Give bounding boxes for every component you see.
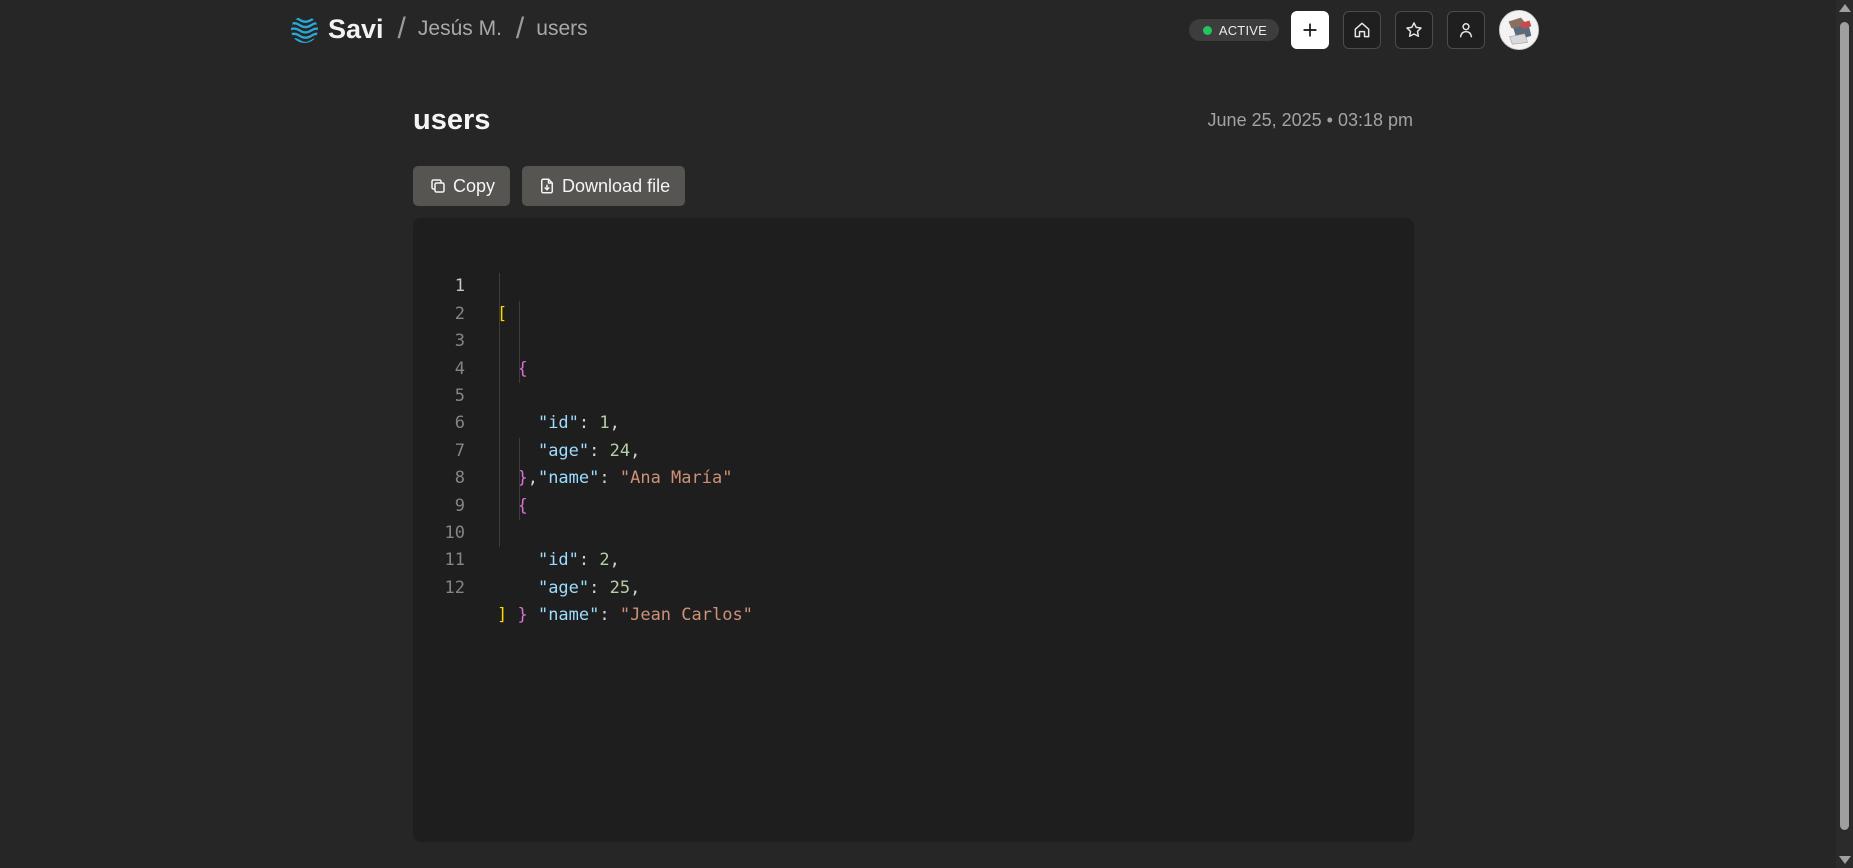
indent-guide	[499, 300, 500, 329]
brand-name[interactable]: Savi	[328, 14, 384, 45]
code-line: 1 [	[413, 246, 1414, 323]
code-line: 2 {	[413, 273, 1414, 379]
token-key: "name"	[537, 605, 600, 626]
code-viewer[interactable]: 1 [ 2 { 3 "id": 1, 4 "age": 24, 5 "name"…	[413, 218, 1414, 842]
code-line: 8 "id": 2,	[413, 437, 1414, 570]
profile-button[interactable]	[1447, 11, 1485, 49]
breadcrumb-user[interactable]: Jesús M.	[418, 17, 502, 41]
indent-guide	[499, 410, 500, 438]
download-file-button[interactable]: Download file	[522, 166, 686, 206]
indent-guide	[519, 465, 520, 493]
copy-label: Copy	[453, 175, 496, 196]
indent-guide	[519, 437, 520, 466]
scroll-thumb[interactable]	[1840, 22, 1849, 830]
top-bar: Savi / Jesús M. / users ACTIVE	[0, 0, 1836, 58]
breadcrumb: Savi / Jesús M. / users	[290, 10, 588, 48]
copy-button[interactable]: Copy	[413, 166, 511, 206]
file-download-icon	[541, 178, 554, 194]
code-content[interactable]: 1 [ 2 { 3 "id": 1, 4 "age": 24, 5 "name"…	[413, 246, 1414, 625]
page-scrollbar[interactable]	[1836, 0, 1853, 868]
indent-guide	[519, 355, 520, 383]
indent-guide	[519, 492, 520, 520]
plus-icon	[1303, 23, 1317, 37]
status-badge: ACTIVE	[1188, 19, 1279, 41]
indent-guide	[519, 328, 520, 356]
header-actions: ACTIVE	[1188, 10, 1539, 50]
indent-guide	[499, 465, 500, 493]
indent-guide	[499, 355, 500, 383]
indent-guide	[499, 328, 500, 356]
line-number: 12	[444, 577, 465, 598]
favorites-button[interactable]	[1395, 11, 1433, 49]
savi-logo-icon[interactable]	[290, 15, 319, 44]
avatar[interactable]	[1499, 10, 1539, 50]
page-title: users	[413, 104, 491, 136]
home-icon	[1354, 22, 1370, 38]
indent-guide	[499, 382, 500, 411]
token-key: "age"	[537, 577, 590, 598]
code-line: 10 "name": "Jean Carlos"	[413, 492, 1414, 625]
star-icon	[1406, 22, 1422, 37]
code-line: 7 {	[413, 410, 1414, 516]
timestamp: June 25, 2025 • 03:18 pm	[1207, 110, 1413, 130]
home-button[interactable]	[1343, 11, 1381, 49]
indent-guide	[499, 492, 500, 520]
user-icon	[1459, 23, 1473, 38]
copy-icon	[431, 179, 445, 193]
indent-guide	[499, 519, 500, 548]
token-number: 25	[609, 577, 631, 598]
indent-guide	[499, 273, 500, 301]
token-colon: :	[599, 605, 620, 626]
download-file-label: Download file	[562, 175, 671, 196]
code-line: 5 "name": "Ana María"	[413, 355, 1414, 488]
token-comma: ,	[630, 577, 641, 598]
breadcrumb-separator: /	[397, 12, 406, 45]
avatar-image-icon	[1500, 11, 1538, 49]
code-line: 6 },	[413, 382, 1414, 488]
scroll-up-arrow-icon[interactable]	[1839, 4, 1851, 12]
new-button[interactable]	[1291, 11, 1329, 49]
toolbar: Copy Download file	[413, 166, 697, 206]
code-line: 4 "age": 24,	[413, 328, 1414, 461]
token-colon: :	[589, 577, 610, 598]
token-bracket: ]	[497, 605, 508, 626]
status-dot	[1202, 25, 1212, 35]
indent-guide	[519, 300, 520, 329]
status-label: ACTIVE	[1218, 22, 1267, 38]
token-string: "Jean Carlos"	[619, 605, 753, 626]
scroll-down-arrow-icon[interactable]	[1839, 856, 1851, 864]
code-line: 9 "age": 25,	[413, 465, 1414, 598]
token-brace: }	[517, 605, 528, 626]
indent-guide	[499, 437, 500, 466]
code-line: 12 ]	[413, 547, 1414, 625]
breadcrumb-current[interactable]: users	[536, 17, 587, 41]
code-line: 3 "id": 1,	[413, 300, 1414, 433]
breadcrumb-separator: /	[515, 12, 525, 45]
code-line: 11 }	[413, 519, 1414, 625]
